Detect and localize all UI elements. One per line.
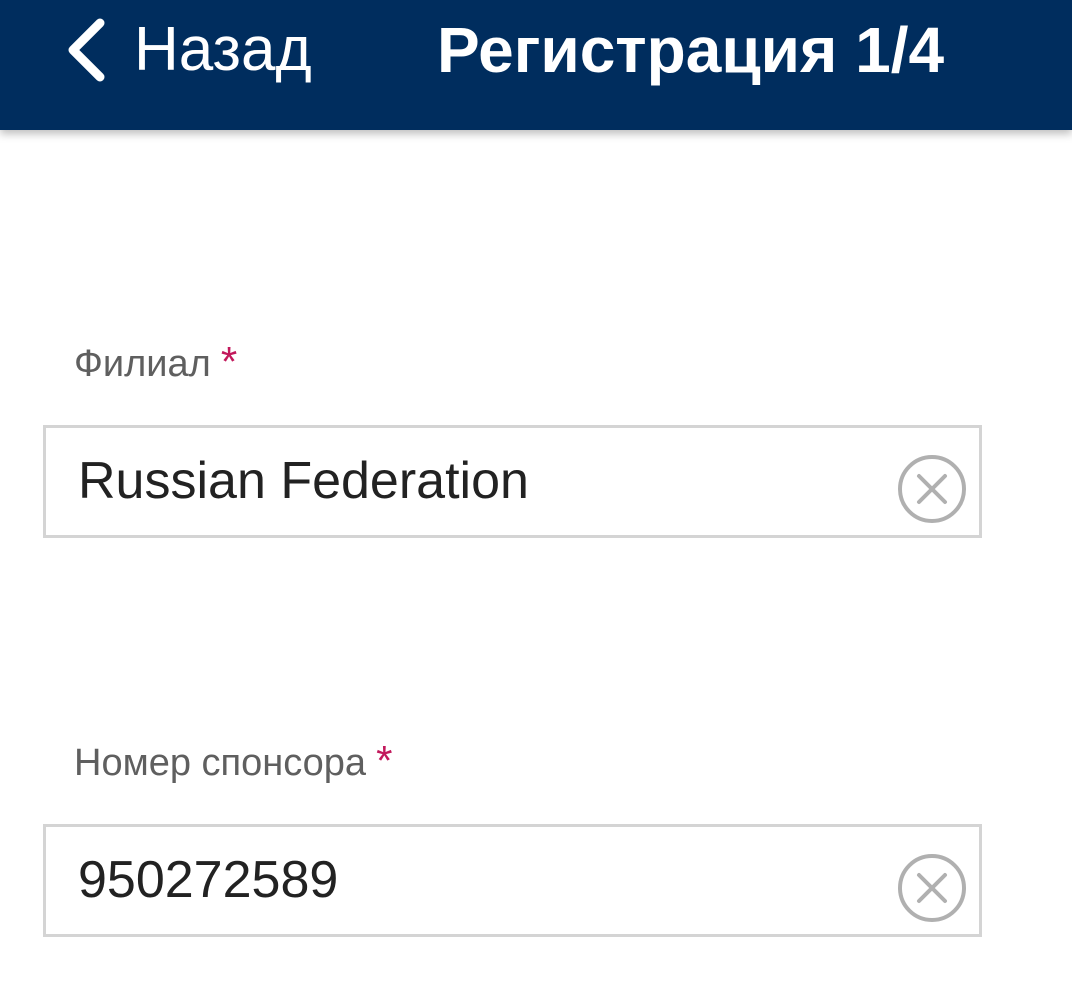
chevron-left-icon bbox=[68, 18, 105, 82]
branch-input[interactable] bbox=[78, 428, 878, 535]
clear-icon[interactable] bbox=[897, 454, 967, 524]
branch-label-text: Филиал bbox=[74, 343, 211, 385]
sponsor-number-field[interactable] bbox=[43, 824, 982, 937]
page-title: Регистрация 1/4 bbox=[437, 14, 945, 86]
back-button[interactable]: Назад bbox=[64, 10, 312, 90]
required-mark: * bbox=[220, 338, 238, 385]
sponsor-label-text: Номер спонсора bbox=[74, 742, 367, 784]
required-mark: * bbox=[376, 737, 393, 784]
top-app-bar: Назад Регистрация 1/4 bbox=[0, 0, 1072, 130]
sponsor-field-label: Номер спонсора * bbox=[74, 737, 392, 785]
sponsor-number-input[interactable] bbox=[78, 827, 878, 934]
branch-field-label: Филиал * bbox=[74, 338, 237, 386]
branch-field[interactable] bbox=[43, 425, 982, 538]
back-label: Назад bbox=[134, 15, 312, 84]
clear-icon[interactable] bbox=[897, 853, 967, 923]
